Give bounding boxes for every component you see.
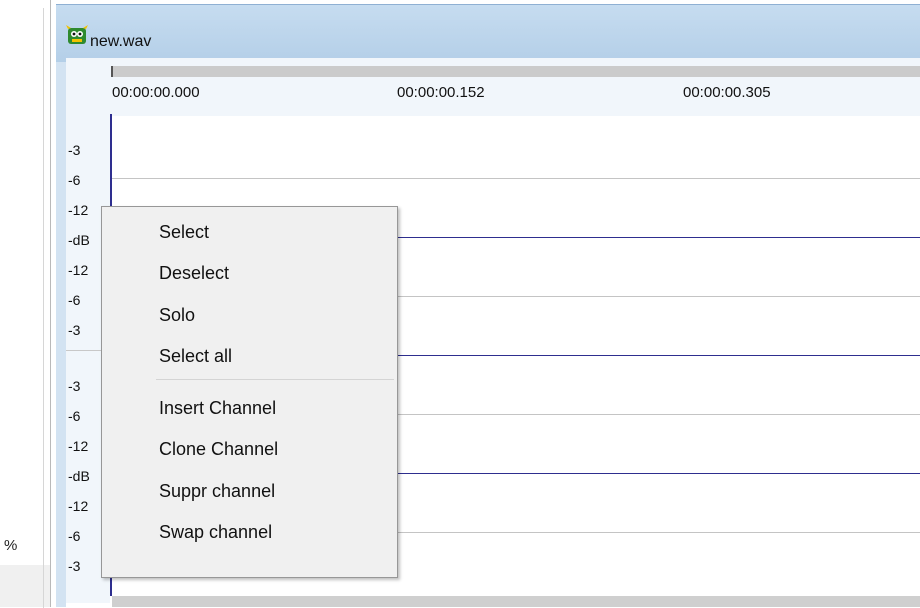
db-label: -3 [68,558,81,574]
db-label: -12 [68,498,89,514]
ruler-tick-label: 00:00:00.152 [397,84,485,101]
db-label: -12 [68,438,89,454]
menu-item-solo[interactable]: Solo [102,295,397,335]
channel-context-menu: Select Deselect Solo Select all Insert C… [101,206,398,578]
window-frame-left [56,62,66,607]
db-label: -dB [68,232,90,248]
menu-item-label: Clone Channel [159,439,279,459]
menu-item-label: Select all [159,346,233,366]
menu-item-label: Solo [159,305,196,325]
menu-item-deselect[interactable]: Deselect [102,253,397,293]
horizontal-scrollbar[interactable] [112,596,920,607]
db-label: -3 [68,378,81,394]
db-label: -3 [68,322,81,338]
db-label: -6 [68,172,81,188]
db-label: -12 [68,202,89,218]
db-label: -6 [68,528,81,544]
menu-item-label: Swap channel [159,522,273,542]
ruler-tick-label: 00:00:00.305 [683,84,771,101]
menu-item-label: Suppr channel [159,481,276,501]
menu-item-label: Deselect [159,263,230,283]
db-label: -3 [68,142,81,158]
percent-label: % [4,537,18,554]
menu-item-suppr-channel[interactable]: Suppr channel [102,471,397,511]
db-label: -6 [68,292,81,308]
menu-item-label: Select [159,222,210,242]
left-pane-divider [43,8,44,608]
db-label: -dB [68,468,90,484]
app-monster-icon [66,25,88,44]
menu-item-select[interactable]: Select [102,212,397,252]
document-title: new.wav [90,33,152,50]
menu-item-swap-channel[interactable]: Swap channel [102,512,397,552]
ruler-tick-label: 00:00:00.000 [112,84,200,101]
menu-separator [156,379,394,380]
pane-splitter[interactable] [50,0,51,607]
db-label: -12 [68,262,89,278]
ruler-selection-bar[interactable] [111,66,920,77]
menu-item-insert-channel[interactable]: Insert Channel [102,388,397,428]
grid-line [112,178,920,179]
db-label: -6 [68,408,81,424]
menu-item-label: Insert Channel [159,398,277,418]
document-titlebar[interactable]: new.wav [56,4,920,63]
menu-item-select-all[interactable]: Select all [102,336,397,376]
menu-item-clone-channel[interactable]: Clone Channel [102,429,397,469]
